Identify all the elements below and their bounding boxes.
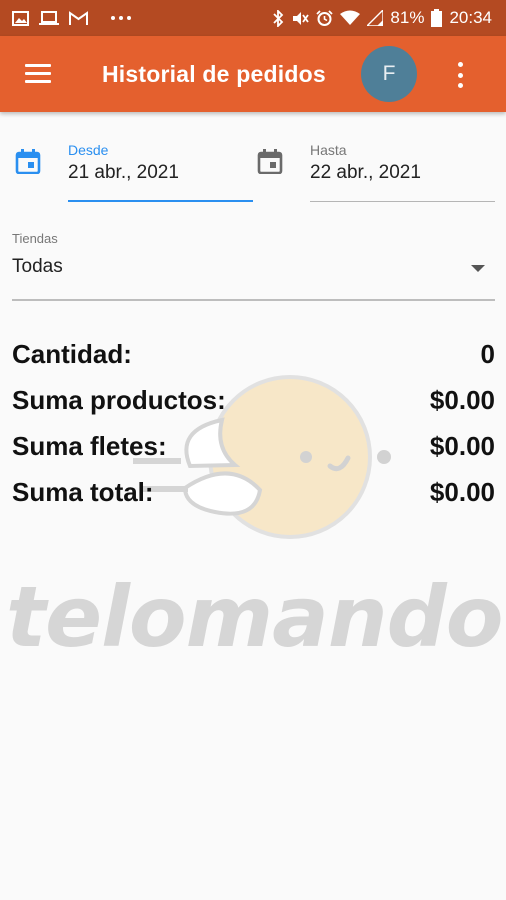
menu-icon-bar xyxy=(25,72,51,75)
summary-label: Cantidad: xyxy=(12,338,132,369)
summary-row: Suma productos: $0.00 xyxy=(12,380,495,420)
stores-select[interactable]: Todas xyxy=(12,256,495,288)
gmail-icon xyxy=(69,10,88,25)
summary-row: Suma fletes: $0.00 xyxy=(12,426,495,466)
summary-value: $0.00 xyxy=(429,384,495,415)
summary-row: Suma total: $0.00 xyxy=(12,472,495,512)
date-from-underline xyxy=(68,200,253,202)
more-vert-icon xyxy=(457,62,463,67)
date-to-field[interactable]: 22 abr., 2021 xyxy=(310,162,421,184)
status-bar: 81% 20:34 xyxy=(0,0,506,36)
menu-button[interactable] xyxy=(22,60,56,88)
clock: 20:34 xyxy=(449,8,492,27)
signal-icon xyxy=(367,10,384,26)
stores-label: Tiendas xyxy=(12,231,58,246)
summary-row: Cantidad: 0 xyxy=(12,334,495,374)
calendar-icon[interactable] xyxy=(15,148,41,174)
menu-icon-bar xyxy=(25,80,51,83)
date-to-underline xyxy=(310,201,495,202)
calendar-icon[interactable] xyxy=(257,148,283,174)
more-vert-icon-dot xyxy=(457,72,463,78)
more-icon xyxy=(111,16,131,20)
page-title: Historial de pedidos xyxy=(102,61,326,87)
dropdown-arrow-icon[interactable] xyxy=(471,265,485,272)
stores-underline xyxy=(12,299,495,301)
watermark-text: telomando xyxy=(6,568,503,666)
app-bar: Historial de pedidos F xyxy=(0,36,506,112)
summary-value: $0.00 xyxy=(429,430,495,461)
overflow-menu-button[interactable] xyxy=(448,60,472,90)
alarm-icon xyxy=(316,9,334,26)
summary-label: Suma total: xyxy=(12,476,154,507)
date-from-label: Desde xyxy=(68,142,109,158)
summary-label: Suma fletes: xyxy=(12,430,167,461)
wifi-icon xyxy=(340,10,361,25)
bluetooth-icon xyxy=(273,9,284,27)
summary-value: 0 xyxy=(480,338,495,369)
date-to-label: Hasta xyxy=(310,142,347,158)
menu-icon xyxy=(25,64,51,67)
battery-percent: 81% xyxy=(390,8,425,27)
more-vert-icon-dot xyxy=(457,83,463,88)
avatar-initial: F xyxy=(382,62,396,85)
avatar[interactable]: F xyxy=(361,46,417,102)
image-icon xyxy=(12,10,29,26)
summary-value: $0.00 xyxy=(429,476,495,507)
battery-icon xyxy=(431,9,443,27)
laptop-icon xyxy=(39,10,59,25)
date-from-field[interactable]: 21 abr., 2021 xyxy=(68,162,179,184)
mute-icon xyxy=(293,11,310,25)
summary-label: Suma productos: xyxy=(12,384,226,415)
